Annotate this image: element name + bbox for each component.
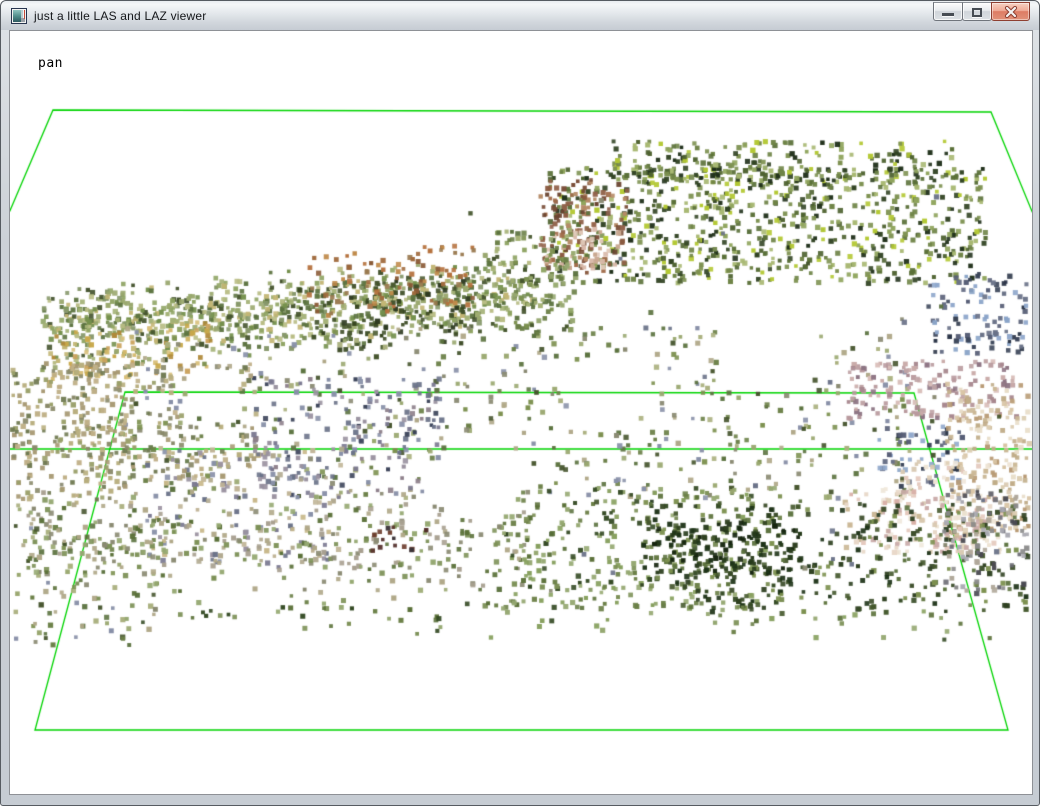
minimize-button[interactable]: [933, 2, 963, 21]
pan-mode-label: pan: [38, 56, 63, 71]
title-bar[interactable]: just a little LAS and LAZ viewer: [1, 1, 1039, 30]
close-button[interactable]: [991, 2, 1030, 21]
maximize-button[interactable]: [962, 2, 992, 21]
minimize-icon: [942, 13, 954, 16]
viewer-canvas[interactable]: [10, 31, 1032, 794]
close-icon: [1004, 6, 1018, 18]
app-window: just a little LAS and LAZ viewer pan: [0, 0, 1040, 806]
maximize-icon: [972, 8, 982, 17]
window-title: just a little LAS and LAZ viewer: [34, 9, 206, 23]
app-icon[interactable]: [11, 8, 27, 24]
viewer-viewport: pan: [9, 30, 1033, 795]
window-controls: [934, 2, 1030, 21]
